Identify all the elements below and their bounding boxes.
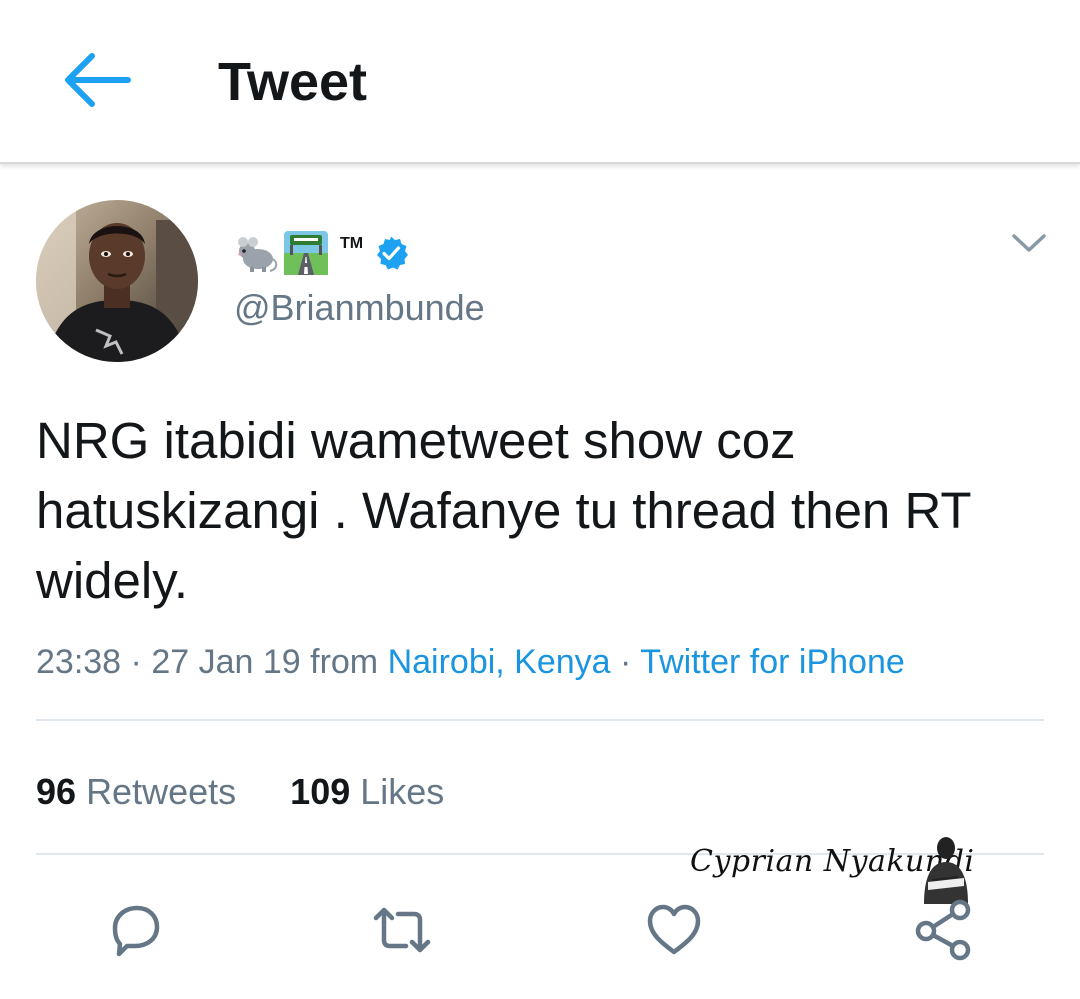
avatar[interactable] [36, 200, 198, 362]
likes-stat[interactable]: 109 Likes [290, 771, 444, 812]
back-button[interactable] [58, 48, 134, 112]
source-link[interactable]: Twitter for iPhone [640, 643, 905, 681]
meta-separator: · [610, 643, 641, 681]
share-icon [915, 899, 971, 961]
chevron-down-icon [1012, 234, 1046, 252]
mouse-emoji-icon [234, 231, 278, 275]
tweet-meta: 23:38 · 27 Jan 19 from Nairobi, Kenya · … [36, 640, 905, 684]
reply-button[interactable] [103, 898, 167, 962]
like-icon [647, 904, 701, 955]
arrow-left-icon [65, 53, 131, 107]
likes-count: 109 [290, 771, 351, 812]
like-button[interactable] [642, 898, 706, 962]
tweet-time: 23:38 [36, 643, 122, 681]
likes-label: Likes [360, 771, 445, 812]
from-label: from [300, 643, 388, 681]
user-handle[interactable]: @Brianmbunde [234, 286, 485, 330]
location-link[interactable]: Nairobi, Kenya [388, 643, 611, 681]
tweet-text: NRG itabidi wametweet show coz hatuskiza… [36, 412, 971, 609]
tweet-options-button[interactable] [1008, 228, 1050, 258]
top-app-bar: Tweet [0, 0, 1080, 164]
watermark: Cyprian Nyakundi [680, 828, 980, 908]
meta-separator: · [121, 643, 152, 681]
reply-icon [112, 905, 160, 957]
tweet-stats: 96 Retweets 109 Likes [36, 770, 444, 814]
retweets-stat[interactable]: 96 Retweets [36, 771, 236, 812]
motorway-emoji-icon [284, 231, 328, 275]
trademark-mark: TM [340, 235, 364, 252]
display-name[interactable]: TM [234, 228, 409, 278]
tweet-date: 27 Jan 19 [151, 643, 301, 681]
watermark-figure-icon [924, 837, 968, 904]
retweets-label: Retweets [86, 771, 237, 812]
retweet-button[interactable] [370, 898, 434, 962]
retweet-icon [373, 907, 431, 953]
page-title: Tweet [218, 52, 368, 112]
verified-badge-icon [373, 235, 409, 271]
retweets-count: 96 [36, 771, 77, 812]
share-button[interactable] [912, 898, 976, 962]
divider [36, 719, 1044, 721]
